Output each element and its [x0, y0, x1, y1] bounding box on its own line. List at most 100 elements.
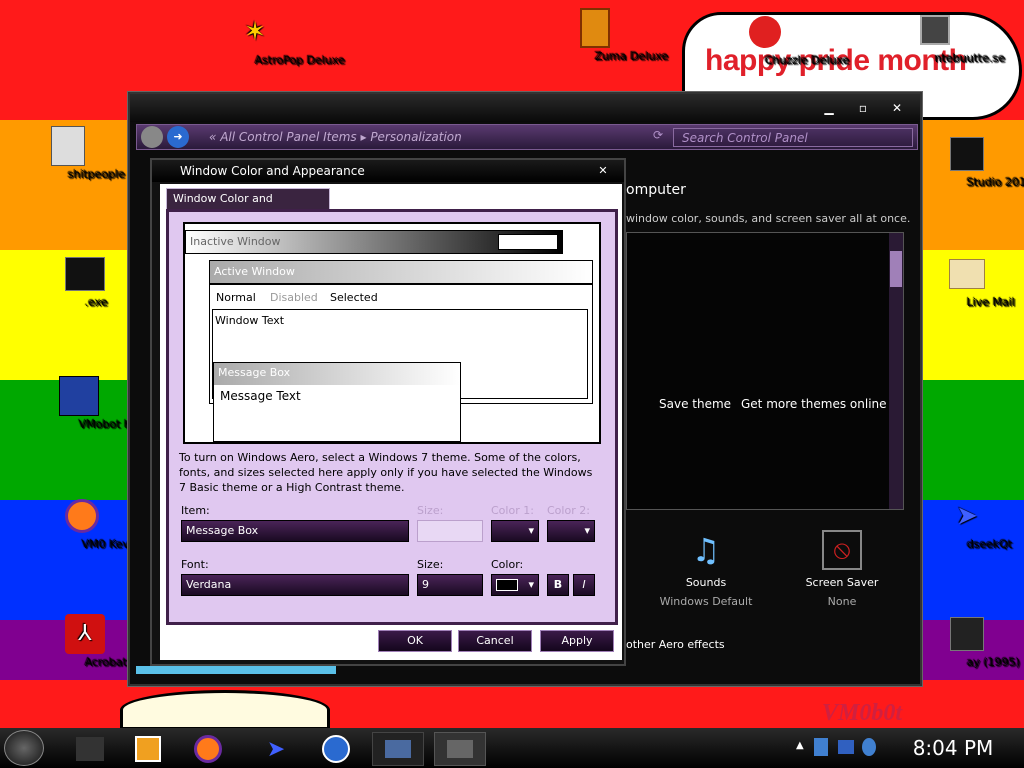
save-theme-link[interactable]: Save theme	[659, 397, 731, 411]
start-button[interactable]	[4, 730, 44, 766]
desktop-icon-seekqt[interactable]: ➤ dseekQt	[912, 496, 1022, 551]
dialog-titlebar[interactable]: Window Color and Appearance	[152, 160, 624, 182]
color-label: Color:	[491, 558, 524, 571]
page-subheading: window color, sounds, and screen saver a…	[626, 212, 911, 225]
taskbar: ➤ ▲ 8:04 PM	[0, 728, 1024, 768]
window-text: Window Text	[215, 314, 285, 327]
show-hidden-icons[interactable]: ▲	[796, 740, 804, 751]
navigation-bar: ➜ « All Control Panel Items ▸ Personaliz…	[136, 124, 918, 150]
theme-list[interactable]: Save theme Get more themes online	[626, 232, 904, 510]
cancel-button[interactable]: Cancel	[458, 630, 532, 652]
appearance-panel: Inactive Window Active Window Normal Dis…	[166, 209, 618, 625]
sounds-option[interactable]: ♫ Sounds Windows Default	[656, 530, 756, 608]
box-icon	[76, 737, 104, 761]
personalization-content: omputer window color, sounds, and screen…	[626, 182, 916, 682]
display-icon[interactable]	[838, 740, 854, 754]
inactive-window-label: Inactive Window	[190, 235, 281, 248]
font-select[interactable]: Verdana	[181, 574, 409, 596]
desktop-icon-chuzzle[interactable]: Chuzzle Deluxe	[710, 12, 850, 67]
appearance-preview[interactable]: Inactive Window Active Window Normal Dis…	[183, 222, 601, 444]
volume-icon[interactable]	[862, 738, 876, 756]
inactive-window-buttons	[498, 234, 558, 250]
firefox-icon	[62, 496, 102, 536]
page-heading: omputer	[626, 182, 686, 198]
desktop-icon-astropop[interactable]: ✶ AstroPop Deluxe	[200, 12, 345, 67]
message-box-title: Message Box	[214, 363, 460, 385]
taskbar-bird-app[interactable]: ➤	[250, 732, 302, 766]
theme-list-scrollbar[interactable]	[889, 233, 903, 509]
desktop-icon-folder[interactable]: shitpeople askedme	[8, 126, 179, 181]
sync-icon	[322, 735, 350, 763]
close-button[interactable]: ✕	[886, 100, 908, 116]
scrollbar-thumb[interactable]	[890, 251, 902, 287]
cartoon-figure	[120, 690, 330, 730]
desktop-icon-zuma[interactable]: Zuma Deluxe	[540, 8, 669, 63]
aero-effects-link[interactable]: other Aero effects	[626, 638, 725, 651]
desktop-icon-ntebuutte[interactable]: ntebuutte.se	[880, 10, 1005, 65]
taskbar-media-player[interactable]	[122, 732, 174, 766]
message-box-preview: Message Box Message Text	[213, 362, 461, 442]
taskbar-sync-app[interactable]	[310, 732, 362, 766]
menu-disabled: Disabled	[270, 291, 318, 304]
windows-icon	[915, 10, 955, 50]
screen-saver-value: None	[827, 595, 857, 608]
inactive-window-titlebar: Inactive Window	[185, 230, 563, 254]
color-swatch	[496, 579, 518, 591]
chevron-down-icon: ▾	[528, 578, 534, 591]
taskbar-control-panel[interactable]	[372, 732, 424, 766]
italic-button[interactable]: I	[573, 574, 595, 596]
minimize-button[interactable]: ▁	[818, 100, 840, 116]
forward-icon[interactable]: ➜	[167, 126, 189, 148]
firefox-icon	[194, 735, 222, 763]
desktop-icon-studio[interactable]: Studio 2015	[912, 134, 1024, 189]
desktop-icon-exe[interactable]: .exe	[30, 254, 140, 309]
window-icon	[447, 740, 473, 758]
color1-label: Color 1:	[491, 504, 534, 517]
screen-saver-option[interactable]: ⦸ Screen Saver None	[792, 530, 892, 608]
zuma-icon	[575, 8, 615, 48]
refresh-icon[interactable]: ⟳	[653, 128, 663, 142]
taskbar-firefox[interactable]	[182, 732, 234, 766]
size-label: Size:	[417, 558, 444, 571]
network-icon[interactable]	[814, 738, 828, 756]
sounds-value: Windows Default	[659, 595, 753, 608]
bird-icon: ➤	[956, 501, 978, 531]
address-bar[interactable]: « All Control Panel Items ▸ Personalizat…	[209, 128, 649, 146]
sounds-label: Sounds	[685, 576, 727, 589]
item-select[interactable]: Message Box	[181, 520, 409, 542]
item-label: Item:	[181, 504, 210, 517]
ok-button[interactable]: OK	[378, 630, 452, 652]
color2-picker[interactable]: ▾	[547, 520, 595, 542]
font-size-select[interactable]: 9	[417, 574, 483, 596]
color1-picker[interactable]: ▾	[491, 520, 539, 542]
active-window-label: Active Window	[214, 265, 295, 278]
desktop-icon-app[interactable]: ay (1995)	[912, 614, 1022, 669]
bold-button[interactable]: B	[547, 574, 569, 596]
desktop-icon-vmobot[interactable]: VMobot KevinSit	[24, 376, 169, 431]
acrobat-icon: ⅄	[65, 614, 105, 654]
font-label: Font:	[181, 558, 209, 571]
control-panel-titlebar[interactable]: ▁ ▫ ✕	[130, 94, 920, 122]
chevron-down-icon: ▾	[528, 524, 534, 537]
maximize-button[interactable]: ▫	[852, 100, 874, 116]
app-icon	[947, 614, 987, 654]
desktop-icon-acrobat[interactable]: ⅄ Acrobat Read	[30, 614, 159, 669]
size-label-disabled: Size:	[417, 504, 444, 517]
back-icon[interactable]	[141, 126, 163, 148]
clock[interactable]: 8:04 PM	[888, 734, 1018, 762]
dialog-body: Window Color and Appearance Inactive Win…	[160, 184, 622, 660]
desktop-icon-mail[interactable]: Live Mail	[912, 254, 1022, 309]
get-more-themes-link[interactable]: Get more themes online	[741, 397, 887, 411]
desktop-icon-firefox[interactable]: VM0 KevinSite (W	[22, 496, 179, 551]
taskbar-window-color[interactable]	[434, 732, 486, 766]
font-color-picker[interactable]: ▾	[491, 574, 539, 596]
dialog-close-button[interactable]: ✕	[588, 163, 618, 179]
search-input[interactable]: Search Control Panel	[673, 128, 913, 147]
taskbar-app-box[interactable]	[64, 732, 116, 766]
item-size-stepper[interactable]	[417, 520, 483, 542]
progress-strip	[136, 666, 336, 674]
media-player-icon	[135, 736, 161, 762]
tab-window-color[interactable]: Window Color and Appearance	[166, 188, 330, 225]
menu-selected: Selected	[330, 291, 378, 304]
apply-button[interactable]: Apply	[540, 630, 614, 652]
